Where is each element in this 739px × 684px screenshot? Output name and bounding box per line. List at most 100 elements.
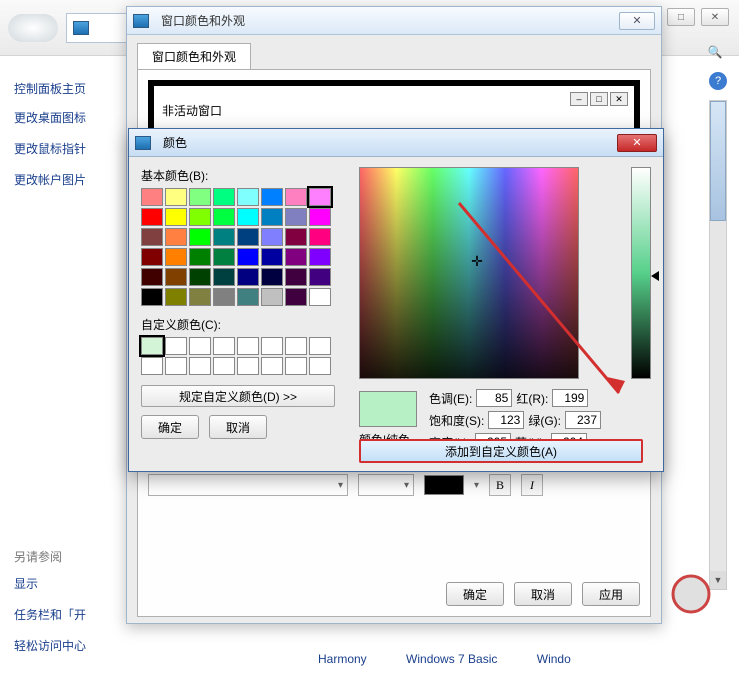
red-input[interactable]: 199: [552, 389, 588, 407]
add-to-custom-button[interactable]: 添加到自定义颜色(A): [359, 439, 643, 463]
custom-swatch[interactable]: [285, 357, 307, 375]
custom-swatch[interactable]: [309, 357, 331, 375]
custom-swatch[interactable]: [237, 357, 259, 375]
basic-swatch[interactable]: [309, 248, 331, 266]
cancel-button[interactable]: 取消: [209, 415, 267, 439]
color-field[interactable]: ✛: [359, 167, 579, 379]
basic-swatch[interactable]: [261, 228, 283, 246]
custom-swatch[interactable]: [213, 357, 235, 375]
basic-swatch[interactable]: [237, 228, 259, 246]
custom-swatch[interactable]: [261, 357, 283, 375]
custom-swatch[interactable]: [165, 357, 187, 375]
basic-swatch[interactable]: [141, 268, 163, 286]
search-icon[interactable]: 🔍: [703, 40, 727, 64]
scrollbar[interactable]: ▲ ▼: [709, 100, 727, 590]
appearance-titlebar[interactable]: 窗口颜色和外观 ✕: [127, 7, 661, 35]
cancel-button[interactable]: 取消: [514, 582, 572, 606]
font-color-picker[interactable]: [424, 475, 464, 495]
size-combo[interactable]: ▾: [358, 474, 414, 496]
basic-swatch[interactable]: [189, 188, 211, 206]
basic-swatch[interactable]: [309, 228, 331, 246]
sidebar-link-account[interactable]: 更改帐户图片: [14, 171, 120, 188]
sidebar-link-mouse[interactable]: 更改鼠标指针: [14, 140, 120, 157]
custom-swatch[interactable]: [189, 337, 211, 355]
color-titlebar[interactable]: 颜色 ✕: [129, 129, 663, 157]
custom-swatch[interactable]: [309, 337, 331, 355]
basic-swatch[interactable]: [189, 268, 211, 286]
basic-swatch[interactable]: [213, 208, 235, 226]
basic-swatch[interactable]: [213, 228, 235, 246]
basic-swatch[interactable]: [165, 248, 187, 266]
sat-input[interactable]: 123: [488, 411, 524, 429]
basic-swatch[interactable]: [237, 208, 259, 226]
italic-button[interactable]: I: [521, 474, 543, 496]
basic-swatch[interactable]: [189, 248, 211, 266]
basic-swatch[interactable]: [285, 228, 307, 246]
ok-button[interactable]: 确定: [141, 415, 199, 439]
close-button[interactable]: ✕: [701, 8, 729, 26]
define-custom-button[interactable]: 规定自定义颜色(D) >>: [141, 385, 335, 407]
basic-swatch[interactable]: [165, 188, 187, 206]
basic-swatch[interactable]: [261, 288, 283, 306]
theme-basic[interactable]: Windows 7 Basic: [406, 652, 497, 666]
basic-swatch[interactable]: [213, 188, 235, 206]
nav-back-forward[interactable]: [8, 14, 58, 42]
basic-swatch[interactable]: [213, 288, 235, 306]
sidebar-link-ease[interactable]: 轻松访问中心: [14, 637, 120, 654]
custom-swatch[interactable]: [237, 337, 259, 355]
basic-swatch[interactable]: [141, 228, 163, 246]
basic-swatch[interactable]: [141, 208, 163, 226]
basic-swatch[interactable]: [165, 268, 187, 286]
hue-input[interactable]: 85: [476, 389, 512, 407]
basic-swatch[interactable]: [213, 268, 235, 286]
basic-swatch[interactable]: [309, 188, 331, 206]
basic-swatch[interactable]: [285, 248, 307, 266]
basic-swatch[interactable]: [189, 228, 211, 246]
basic-swatch[interactable]: [309, 208, 331, 226]
basic-swatch[interactable]: [285, 188, 307, 206]
theme-windo[interactable]: Windo: [537, 652, 571, 666]
bold-button[interactable]: B: [489, 474, 511, 496]
basic-swatch[interactable]: [261, 188, 283, 206]
basic-swatch[interactable]: [165, 288, 187, 306]
basic-swatch[interactable]: [285, 268, 307, 286]
basic-swatch[interactable]: [309, 288, 331, 306]
basic-swatch[interactable]: [261, 208, 283, 226]
basic-swatch[interactable]: [261, 248, 283, 266]
basic-swatch[interactable]: [141, 248, 163, 266]
basic-swatch[interactable]: [237, 248, 259, 266]
basic-swatch[interactable]: [165, 228, 187, 246]
custom-swatch[interactable]: [285, 337, 307, 355]
sidebar-link-icons[interactable]: 更改桌面图标: [14, 109, 120, 126]
basic-swatch[interactable]: [261, 268, 283, 286]
scroll-thumb[interactable]: [710, 101, 726, 221]
custom-swatch[interactable]: [261, 337, 283, 355]
luminance-slider[interactable]: [631, 167, 651, 379]
theme-harmony[interactable]: Harmony: [318, 652, 367, 666]
tab-appearance[interactable]: 窗口颜色和外观: [137, 43, 251, 69]
close-button[interactable]: ✕: [617, 134, 657, 152]
help-icon[interactable]: ?: [709, 72, 727, 90]
green-input[interactable]: 237: [565, 411, 601, 429]
sidebar-link-taskbar[interactable]: 任务栏和「开: [14, 606, 120, 623]
close-button[interactable]: ✕: [619, 12, 655, 30]
basic-swatch[interactable]: [141, 188, 163, 206]
basic-swatch[interactable]: [237, 268, 259, 286]
basic-swatch[interactable]: [237, 188, 259, 206]
basic-swatch[interactable]: [141, 288, 163, 306]
custom-swatch[interactable]: [141, 357, 163, 375]
custom-swatch[interactable]: [189, 357, 211, 375]
basic-swatch[interactable]: [237, 288, 259, 306]
custom-swatch[interactable]: [165, 337, 187, 355]
basic-swatch[interactable]: [285, 208, 307, 226]
basic-swatch[interactable]: [165, 208, 187, 226]
maximize-button[interactable]: □: [667, 8, 695, 26]
ok-button[interactable]: 确定: [446, 582, 504, 606]
custom-swatch-selected[interactable]: [141, 337, 163, 355]
font-combo[interactable]: ▾: [148, 474, 348, 496]
sidebar-link-display[interactable]: 显示: [14, 575, 120, 592]
basic-swatch[interactable]: [189, 288, 211, 306]
apply-button[interactable]: 应用: [582, 582, 640, 606]
custom-swatch[interactable]: [213, 337, 235, 355]
basic-swatch[interactable]: [309, 268, 331, 286]
